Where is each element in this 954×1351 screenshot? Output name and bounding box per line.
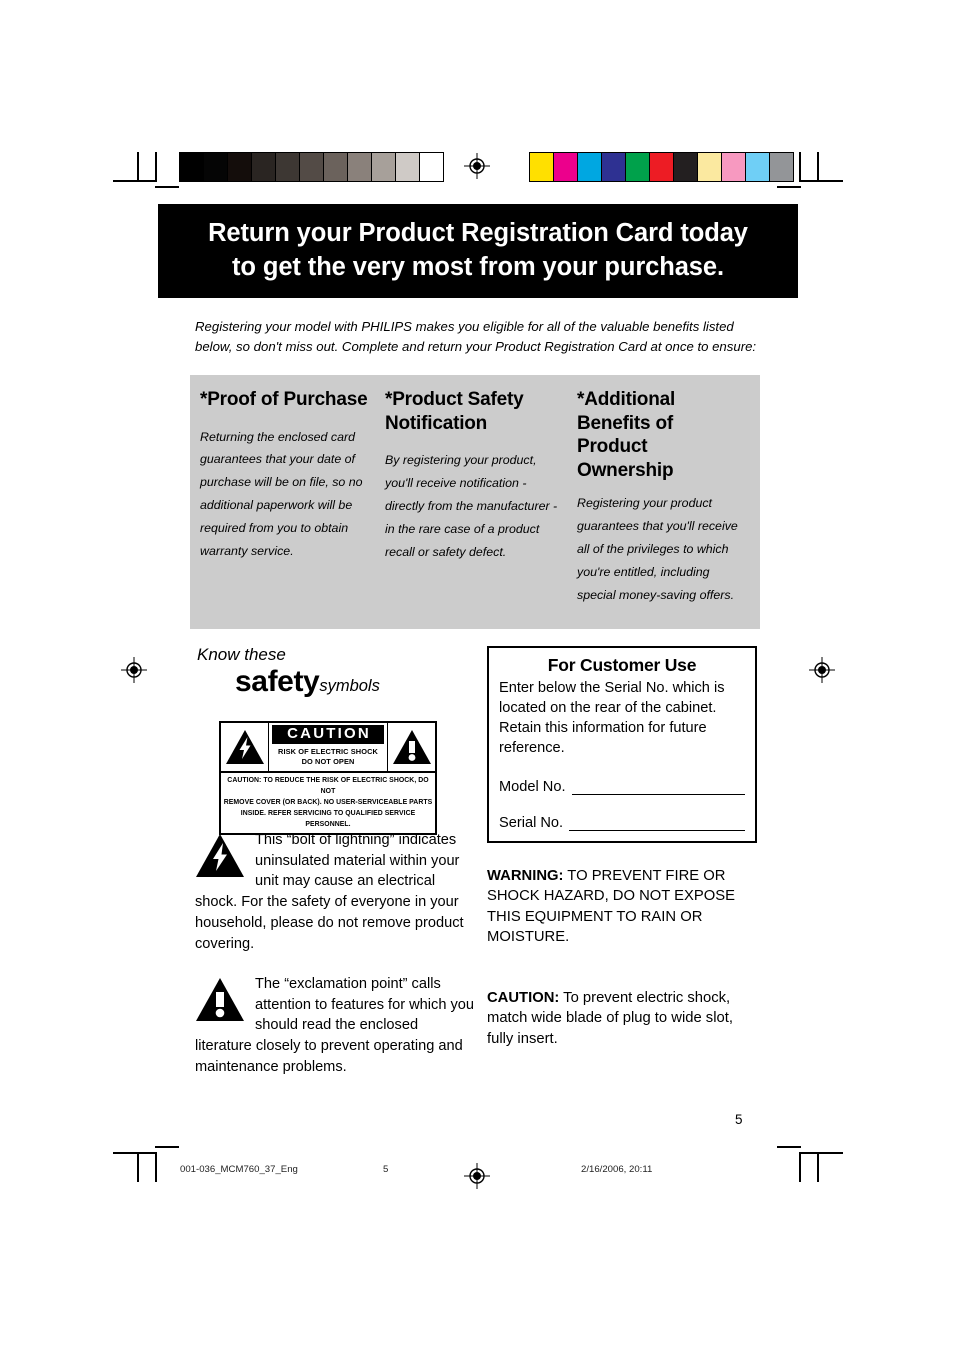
model-number-field[interactable]: Model No. [499, 779, 745, 795]
crop-mark-top-right-inner-horizontal [777, 186, 801, 188]
color-patch-11 [769, 153, 793, 181]
caution-label-text-block: CAUTION RISK OF ELECTRIC SHOCK DO NOT OP… [269, 723, 387, 771]
crop-mark-top-right-inner-vertical [799, 152, 801, 182]
crop-mark-bottom-right-inner-vertical [799, 1152, 801, 1182]
grayscale-patch-6 [299, 153, 323, 181]
color-patch-6 [649, 153, 673, 181]
crop-mark-top-right-horizontal [801, 180, 843, 182]
registration-target-bottom [464, 1163, 490, 1189]
benefit-column-additional-benefits: *Additional Benefits of Product Ownershi… [577, 388, 760, 629]
caution-sub-line-1: RISK OF ELECTRIC SHOCK [278, 747, 378, 756]
grayscale-patch-5 [275, 153, 299, 181]
for-customer-use-box: For Customer Use Enter below the Serial … [487, 646, 757, 843]
serial-number-field[interactable]: Serial No. [499, 815, 745, 831]
grayscale-patch-8 [347, 153, 371, 181]
benefit-column-product-safety-notification: *Product Safety Notification By register… [385, 388, 577, 629]
registration-target-left [121, 657, 147, 683]
benefit-body: Registering your product guarantees that… [577, 496, 738, 602]
exclamation-point-triangle-icon [387, 723, 435, 771]
serial-number-write-line[interactable] [569, 817, 745, 831]
safety-symbols-heading: Know these safetysymbols [197, 645, 467, 697]
crop-mark-bottom-left-horizontal [113, 1152, 155, 1154]
exclamation-point-explanation: The “exclamation point” calls attention … [195, 974, 475, 1078]
exclamation-point-triangle-icon [195, 977, 245, 1029]
color-patch-7 [673, 153, 697, 181]
grayscale-calibration-bar [179, 152, 444, 182]
caution-notice-label: CAUTION: [487, 990, 560, 1006]
lightning-bolt-triangle-icon [221, 723, 269, 771]
grayscale-patch-9 [371, 153, 395, 181]
safety-word: safety [235, 665, 320, 699]
color-patch-2 [553, 153, 577, 181]
bolt-of-lightning-explanation: This “bolt of lightning” indicates unins… [195, 830, 475, 954]
color-patch-8 [697, 153, 721, 181]
color-patch-10 [745, 153, 769, 181]
crop-mark-bottom-left-inner-vertical [155, 1152, 157, 1182]
crop-mark-bottom-left-inner-horizontal [155, 1146, 179, 1148]
benefit-heading: *Product Safety Notification [385, 389, 524, 434]
caution-label-graphic: CAUTION RISK OF ELECTRIC SHOCK DO NOT OP… [219, 721, 437, 836]
symbols-word: symbols [319, 677, 380, 696]
benefit-body: Returning the enclosed card guarantees t… [200, 429, 363, 559]
crop-mark-top-left-vertical [137, 152, 139, 182]
benefits-panel: *Proof of Purchase Returning the enclose… [190, 375, 760, 629]
footer-page-number: 5 [383, 1164, 389, 1175]
crop-mark-top-left-horizontal [113, 180, 155, 182]
safety-symbols-title-line: safetysymbols [197, 667, 467, 697]
model-number-label: Model No. [499, 778, 566, 795]
grayscale-patch-4 [251, 153, 275, 181]
caution-sub-line-2: DO NOT OPEN [301, 756, 355, 766]
color-calibration-bar [529, 152, 794, 182]
know-these-label: Know these [197, 645, 286, 664]
benefit-heading: *Proof of Purchase [200, 389, 368, 410]
crop-mark-top-left-inner-vertical [155, 152, 157, 182]
grayscale-patch-1 [180, 153, 203, 181]
crop-mark-bottom-left-vertical [137, 1152, 139, 1182]
color-patch-3 [577, 153, 601, 181]
caution-label-footer-text: CAUTION: TO REDUCE THE RISK OF ELECTRIC … [221, 771, 435, 833]
footer-file-name: 001-036_MCM760_37_Eng [180, 1164, 298, 1175]
color-patch-4 [601, 153, 625, 181]
crop-mark-top-left-inner-horizontal [155, 186, 179, 188]
header-line-1: Return your Product Registration Card to… [208, 219, 748, 248]
caution-notice: CAUTION: To prevent electric shock, matc… [487, 988, 759, 1049]
registration-target-right [809, 657, 835, 683]
grayscale-patch-7 [323, 153, 347, 181]
grayscale-patch-2 [203, 153, 227, 181]
crop-mark-bottom-right-vertical [817, 1152, 819, 1182]
color-patch-1 [530, 153, 553, 181]
crop-mark-bottom-right-inner-horizontal [777, 1146, 801, 1148]
benefit-body: By registering your product, you'll rece… [385, 453, 558, 559]
customer-use-title: For Customer Use [547, 655, 697, 675]
caution-label-top-row: CAUTION RISK OF ELECTRIC SHOCK DO NOT OP… [221, 723, 435, 771]
color-patch-9 [721, 153, 745, 181]
grayscale-patch-3 [227, 153, 251, 181]
caution-footer-line-2: REMOVE COVER (OR BACK). NO USER-SERVICEA… [223, 799, 433, 807]
registration-header-banner: Return your Product Registration Card to… [158, 204, 798, 298]
crop-mark-bottom-right-horizontal [801, 1152, 843, 1154]
color-patch-5 [625, 153, 649, 181]
warning-label: WARNING: [487, 868, 564, 884]
caution-footer-line-1: CAUTION: TO REDUCE THE RISK OF ELECTRIC … [227, 777, 429, 796]
registration-target-top [464, 153, 490, 179]
footer-date-stamp: 2/16/2006, 20:11 [581, 1164, 653, 1175]
grayscale-patch-11 [419, 153, 443, 181]
crop-mark-top-right-vertical [817, 152, 819, 182]
model-number-write-line[interactable] [571, 781, 745, 795]
customer-use-description: Enter below the Serial No. which is loca… [499, 680, 725, 757]
page-number: 5 [735, 1112, 743, 1127]
grayscale-patch-10 [395, 153, 419, 181]
caution-footer-line-3: INSIDE. REFER SERVICING TO QUALIFIED SER… [240, 810, 416, 829]
benefit-column-proof-of-purchase: *Proof of Purchase Returning the enclose… [190, 388, 385, 629]
lightning-bolt-triangle-icon [195, 833, 245, 885]
serial-number-label: Serial No. [499, 814, 564, 831]
warning-notice: WARNING: TO PREVENT FIRE OR SHOCK HAZARD… [487, 866, 759, 947]
header-line-2: to get the very most from your purchase. [232, 253, 724, 281]
intro-paragraph: Registering your model with PHILIPS make… [195, 319, 757, 355]
benefit-heading: *Additional Benefits of Product Ownershi… [577, 389, 676, 481]
caution-word: CAUTION [272, 725, 384, 744]
